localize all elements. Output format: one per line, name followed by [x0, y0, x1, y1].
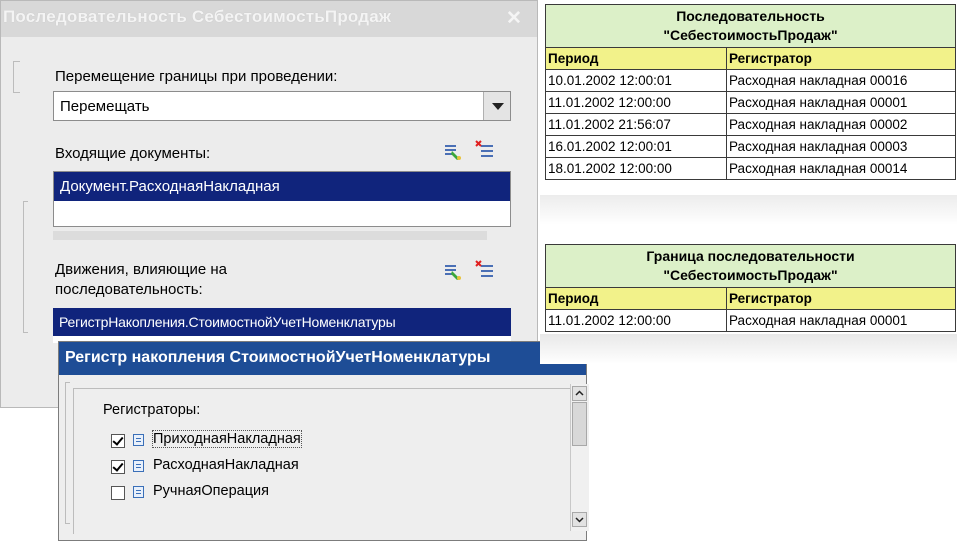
registrator-checkbox-2[interactable] — [111, 486, 125, 500]
scroll-down-icon[interactable] — [572, 512, 587, 527]
sequence-boundary-table: Граница последовательности "Себестоимост… — [545, 244, 956, 332]
vertical-scrollbar[interactable] — [570, 384, 589, 531]
cell-registrator: Расходная накладная 00014 — [726, 157, 956, 180]
caption-line1: Последовательность — [676, 8, 825, 24]
chevron-down-icon[interactable] — [483, 92, 510, 120]
column-header-registrator: Регистратор — [726, 47, 956, 70]
caption-line1: Граница последовательности — [646, 248, 855, 264]
registrator-checkbox-1[interactable] — [111, 460, 125, 474]
reflection-fade — [540, 334, 957, 364]
cell-period: 11.01.2002 12:00:00 — [545, 309, 727, 332]
registrators-label: Регистраторы: — [103, 402, 201, 418]
dialog-titlebar[interactable]: Регистр накопления СтоимостнойУчетНоменк… — [59, 342, 586, 375]
table-row: 11.01.2002 21:56:07 Расходная накладная 0… — [545, 113, 956, 136]
table-row: 18.01.2002 12:00:00 Расходная накладная 0… — [545, 157, 956, 180]
cell-period: 16.01.2002 12:00:01 — [545, 135, 727, 158]
incoming-documents-label: Входящие документы: — [55, 145, 211, 162]
document-icon — [133, 486, 144, 498]
registrator-checkbox-0[interactable] — [111, 434, 125, 448]
form-edge — [13, 61, 20, 93]
cell-period: 10.01.2002 12:00:01 — [545, 69, 727, 92]
form-edge — [65, 382, 70, 524]
scroll-up-icon[interactable] — [572, 386, 587, 401]
sequence-table: Последовательность "СебестоимостьПродаж"… — [545, 4, 956, 180]
movements-label-line1: Движения, влияющие на — [55, 261, 227, 278]
cell-registrator: Расходная накладная 00003 — [726, 135, 956, 158]
dialog-titlebar[interactable]: Последовательность СебестоимостьПродаж ✕ — [1, 1, 537, 37]
reflection-fade — [540, 195, 957, 225]
incoming-documents-list[interactable]: Документ.РасходнаяНакладная — [53, 171, 511, 227]
cell-period: 11.01.2002 21:56:07 — [545, 113, 727, 136]
move-border-value: Перемещать — [60, 98, 150, 115]
move-border-select[interactable]: Перемещать — [53, 91, 511, 121]
dialog-title: Последовательность СебестоимостьПродаж — [3, 7, 392, 26]
horizontal-scrollbar[interactable] — [53, 231, 487, 240]
scroll-thumb[interactable] — [572, 402, 587, 446]
table-row: 11.01.2002 12:00:00 Расходная накладная 0… — [545, 309, 956, 332]
caption-line2: "СебестоимостьПродаж" — [663, 27, 838, 43]
movements-list[interactable]: РегистрНакопления.СтоимостнойУчетНоменкл… — [53, 308, 511, 343]
column-header-period: Период — [545, 287, 727, 310]
close-icon[interactable]: ✕ — [506, 7, 522, 30]
registrator-label-2[interactable]: РучнаяОперация — [153, 483, 269, 499]
table-row: 16.01.2002 12:00:01 Расходная накладная 0… — [545, 135, 956, 158]
table-row: 11.01.2002 12:00:00 Расходная накладная 0… — [545, 91, 956, 114]
dialog-title: Регистр накопления СтоимостнойУчетНоменк… — [65, 349, 491, 366]
move-border-label: Перемещение границы при проведении: — [55, 68, 338, 85]
accumulation-register-dialog: Регистр накопления СтоимостнойУчетНоменк… — [58, 341, 589, 541]
list-item[interactable]: Документ.РасходнаяНакладная — [54, 172, 510, 201]
caption-line2: "СебестоимостьПродаж" — [663, 267, 838, 283]
remove-icon[interactable] — [475, 140, 495, 160]
document-icon — [133, 434, 144, 446]
table-row: 10.01.2002 12:00:01 Расходная накладная 0… — [545, 69, 956, 92]
table-caption: Последовательность "СебестоимостьПродаж" — [545, 4, 956, 48]
add-icon[interactable] — [443, 142, 463, 162]
cell-registrator: Расходная накладная 00001 — [726, 91, 956, 114]
list-item[interactable]: РегистрНакопления.СтоимостнойУчетНоменкл… — [53, 308, 511, 336]
registrator-label-1[interactable]: РасходнаяНакладная — [153, 457, 299, 473]
movements-label-line2: последовательность: — [55, 281, 203, 298]
column-header-registrator: Регистратор — [726, 287, 956, 310]
cell-registrator: Расходная накладная 00016 — [726, 69, 956, 92]
cell-registrator: Расходная накладная 00002 — [726, 113, 956, 136]
registrator-label-0[interactable]: ПриходнаяНакладная — [152, 430, 302, 448]
column-header-period: Период — [545, 47, 727, 70]
add-icon[interactable] — [443, 262, 463, 282]
document-icon — [133, 460, 144, 472]
remove-icon[interactable] — [475, 260, 495, 280]
cell-period: 18.01.2002 12:00:00 — [545, 157, 727, 180]
cell-period: 11.01.2002 12:00:00 — [545, 91, 727, 114]
form-edge — [23, 201, 28, 333]
cell-registrator: Расходная накладная 00001 — [726, 309, 956, 332]
table-caption: Граница последовательности "Себестоимост… — [545, 244, 956, 288]
